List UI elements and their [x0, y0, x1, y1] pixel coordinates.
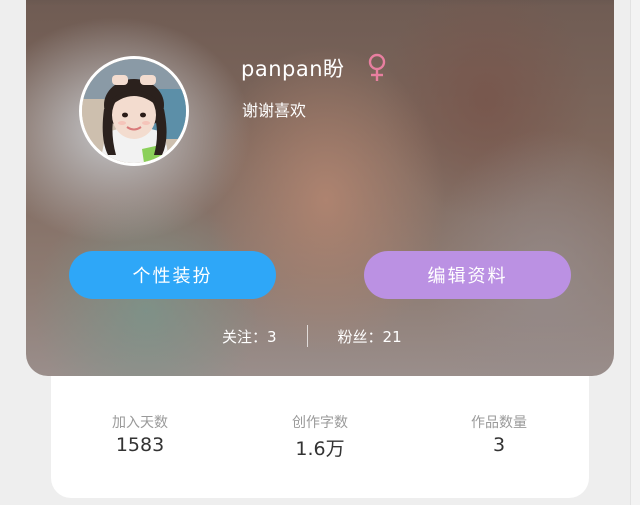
following-count[interactable]: 关注：3 [222, 326, 277, 347]
stat-value: 1583 [115, 434, 165, 456]
stat-label: 加入天数 [112, 415, 168, 431]
username-row: panpan盼 [241, 53, 387, 83]
profile-header-card: panpan盼 谢谢喜欢 个性装扮 编辑资料 关注：3 粉丝：21 [26, 0, 614, 376]
bio-text: 谢谢喜欢 [242, 101, 307, 120]
avatar[interactable] [79, 56, 189, 166]
stat-label: 作品数量 [471, 415, 527, 431]
divider [306, 325, 308, 347]
female-symbol-icon [367, 53, 387, 83]
scrollbar[interactable] [630, 0, 640, 505]
username: panpan盼 [241, 57, 345, 81]
fans-count[interactable]: 粉丝：21 [338, 326, 402, 347]
edit-profile-button[interactable]: 编辑资料 [364, 251, 571, 299]
stat-works-count: 作品数量 3 [434, 412, 564, 456]
stat-join-days: 加入天数 1583 [75, 412, 205, 456]
personalize-button[interactable]: 个性装扮 [69, 251, 276, 299]
avatar-photo [82, 59, 186, 163]
stat-label: 创作字数 [292, 415, 348, 431]
stat-word-count: 创作字数 1.6万 [255, 412, 385, 461]
stat-value: 1.6万 [295, 438, 345, 460]
stat-value: 3 [492, 434, 506, 456]
stats-card: 加入天数 1583 创作字数 1.6万 作品数量 3 [51, 376, 589, 498]
follow-stats-row: 关注：3 粉丝：21 [222, 325, 402, 347]
